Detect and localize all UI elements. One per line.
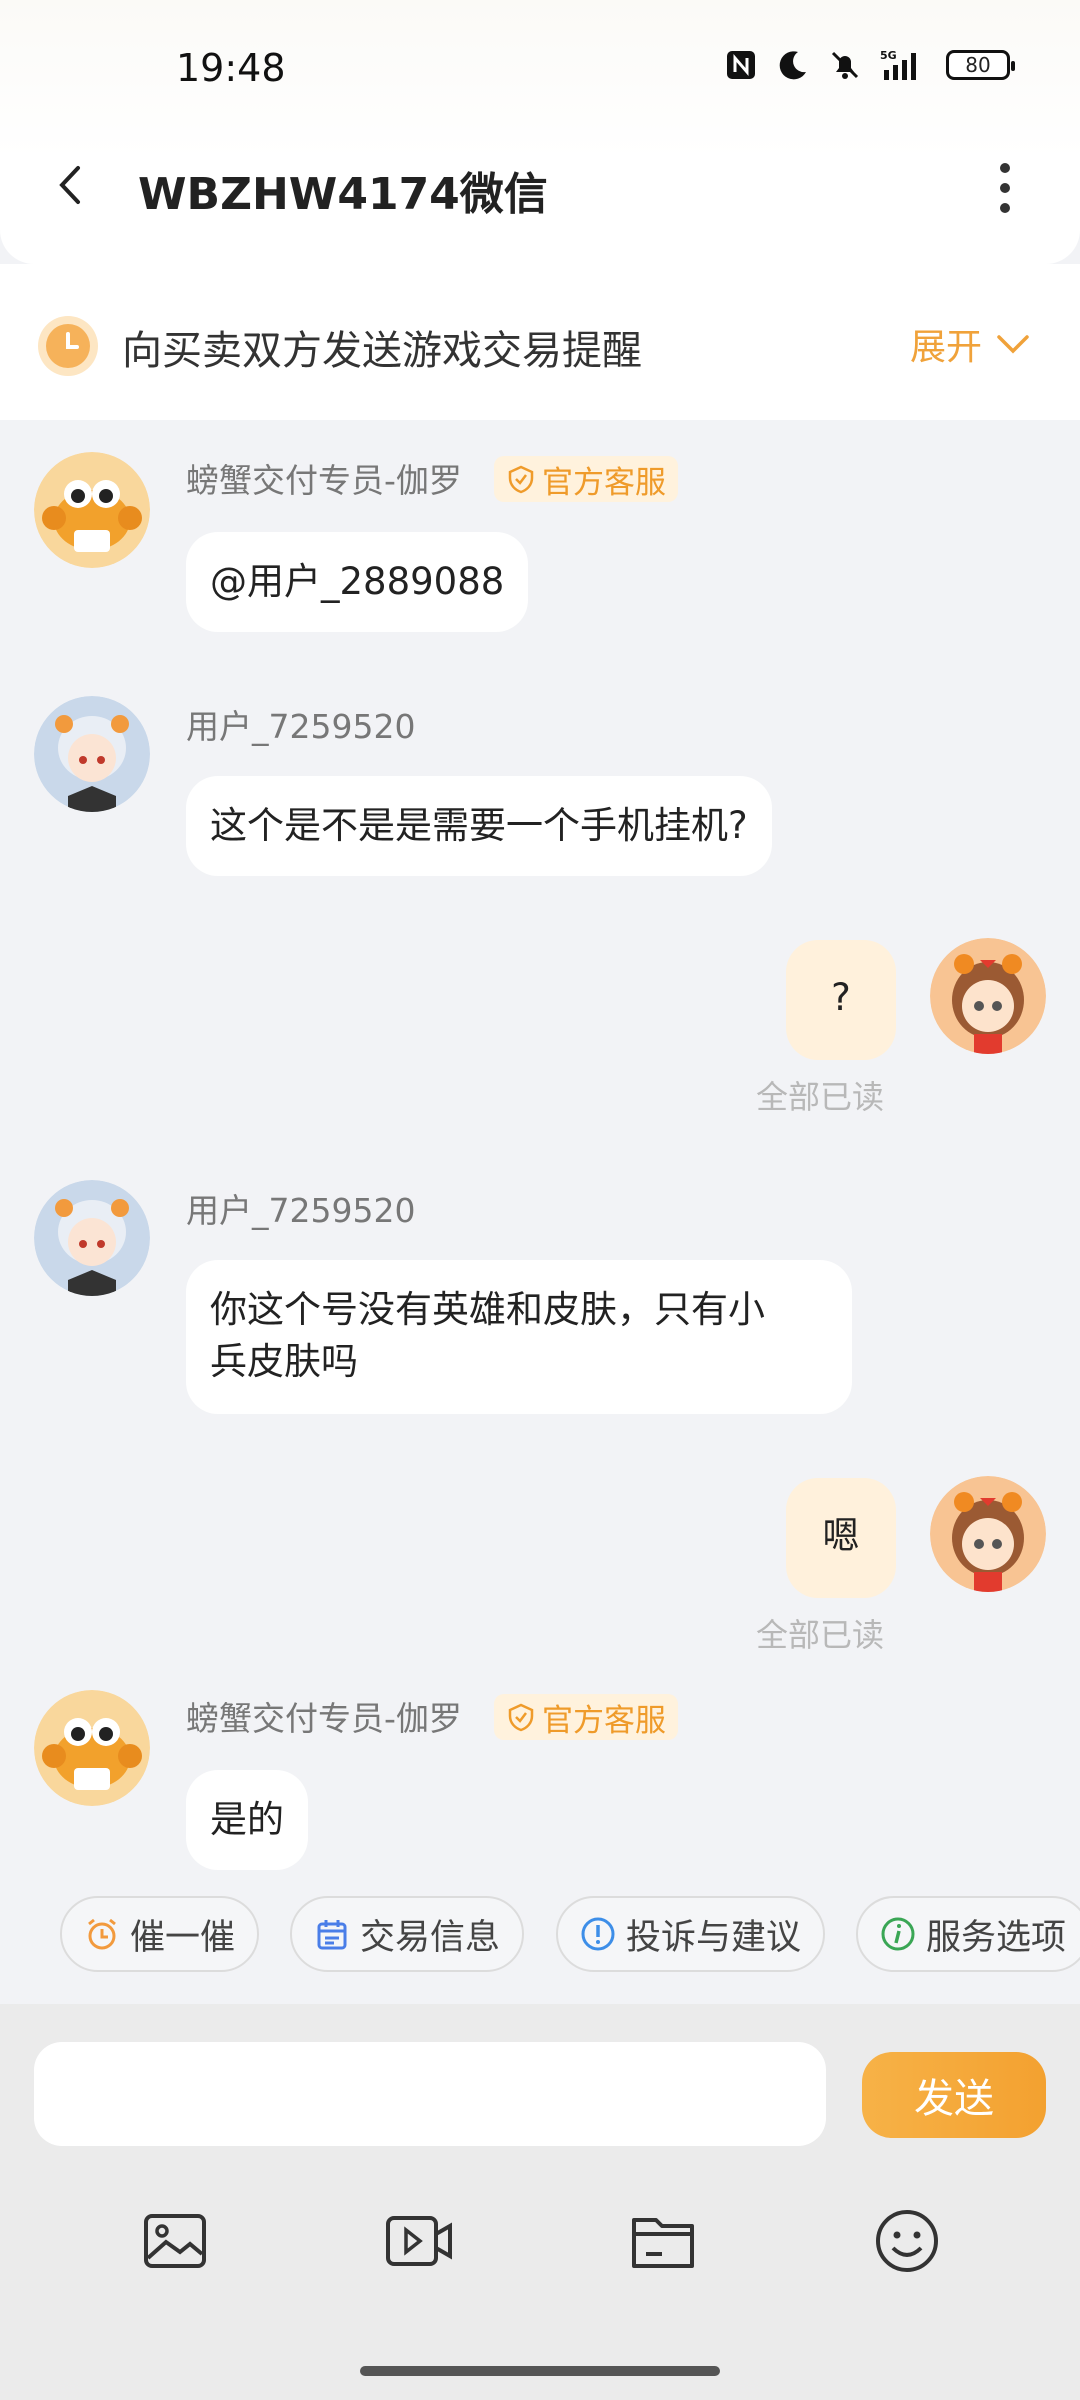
shield-check-icon: [508, 465, 534, 494]
folder-icon[interactable]: [628, 2206, 698, 2276]
service-options-chip[interactable]: 服务选项: [856, 1896, 1080, 1972]
message-input[interactable]: [34, 2042, 826, 2146]
message-text-line-2: 兵皮肤吗: [210, 1340, 358, 1383]
battery-level: 80: [965, 53, 991, 77]
message-text: ?: [831, 976, 851, 1019]
message-bubble-me[interactable]: 嗯: [786, 1478, 896, 1598]
avatar-me[interactable]: [930, 938, 1046, 1054]
header: 19:48 5G 80 WBZHW4174微信: [0, 0, 1080, 264]
network-label: 5G: [880, 49, 897, 62]
battery-icon: 80: [946, 50, 1015, 80]
avatar-user-7259520[interactable]: [34, 696, 150, 812]
chip-label: 投诉与建议: [626, 1917, 802, 1958]
trade-info-chip[interactable]: 交易信息: [290, 1896, 525, 1972]
message-text: 这个是不是是需要一个手机挂机?: [210, 804, 748, 847]
urge-chip[interactable]: 催一催: [60, 1896, 260, 1972]
read-status: 全部已读: [756, 1616, 885, 1654]
badge-label: 官方客服: [542, 464, 666, 501]
official-badge: 官方客服: [494, 456, 678, 502]
sender-name: 用户_7259520: [186, 1191, 416, 1230]
alarm-clock-icon: [88, 1918, 116, 1950]
sender-name: 螃蟹交付专员-伽罗: [186, 1699, 462, 1738]
complaint-chip[interactable]: 投诉与建议: [556, 1896, 826, 1972]
message-text-line-1: 你这个号没有英雄和皮肤，只有小: [210, 1288, 765, 1331]
expand-label: 展开: [909, 327, 982, 368]
exclamation-circle-icon: [581, 1917, 615, 1951]
mute-bell-icon: [828, 48, 862, 82]
message-bubble[interactable]: 你这个号没有英雄和皮肤，只有小 兵皮肤吗: [186, 1260, 852, 1414]
signal-icon: 5G: [880, 48, 928, 82]
send-button[interactable]: 发送: [862, 2052, 1046, 2138]
avatar-crab-agent[interactable]: [34, 1690, 150, 1806]
chip-label: 服务选项: [926, 1917, 1067, 1958]
badge-label: 官方客服: [542, 1702, 666, 1739]
info-circle-icon: [881, 1917, 915, 1951]
chip-label: 催一催: [130, 1917, 236, 1958]
message-bubble[interactable]: 这个是不是是需要一个手机挂机?: [186, 776, 772, 876]
nfc-icon: [724, 48, 758, 82]
moon-icon: [776, 48, 810, 82]
back-button[interactable]: [50, 160, 90, 210]
reminder-text: 向买卖双方发送游戏交易提醒: [122, 328, 642, 374]
shield-check-icon: [508, 1703, 534, 1732]
message-text: @用户_2889088: [210, 560, 505, 603]
home-indicator[interactable]: [360, 2366, 720, 2376]
status-bar-icons: 5G 80: [724, 48, 1015, 82]
chevron-down-icon: [997, 335, 1029, 354]
video-icon[interactable]: [384, 2206, 454, 2276]
quick-actions: 催一催 交易信息 投诉与建议 服务选项: [0, 1896, 1080, 1976]
message-bubble[interactable]: 是的: [186, 1770, 308, 1870]
expand-button[interactable]: 展开: [910, 318, 1030, 370]
send-label: 发送: [914, 2076, 994, 2122]
avatar-user-7259520[interactable]: [34, 1180, 150, 1296]
message-text: 是的: [210, 1798, 284, 1841]
avatar-me[interactable]: [930, 1476, 1046, 1592]
calendar-icon: [317, 1920, 347, 1950]
official-badge: 官方客服: [494, 1694, 678, 1740]
chat-title: WBZHW4174微信: [138, 169, 548, 220]
emoji-icon[interactable]: [872, 2206, 942, 2276]
chip-label: 交易信息: [360, 1917, 501, 1958]
image-icon[interactable]: [140, 2206, 210, 2276]
clock-icon: [36, 314, 100, 382]
sender-name: 螃蟹交付专员-伽罗: [186, 461, 462, 500]
read-status: 全部已读: [756, 1078, 885, 1116]
message-text: 嗯: [822, 1514, 860, 1557]
status-time: 19:48: [176, 46, 286, 90]
avatar-crab-agent[interactable]: [34, 452, 150, 568]
more-options-button[interactable]: [990, 158, 1020, 218]
message-bubble[interactable]: @用户_2889088: [186, 532, 529, 632]
message-bubble-me[interactable]: ?: [786, 940, 896, 1060]
sender-name: 用户_7259520: [186, 707, 416, 746]
